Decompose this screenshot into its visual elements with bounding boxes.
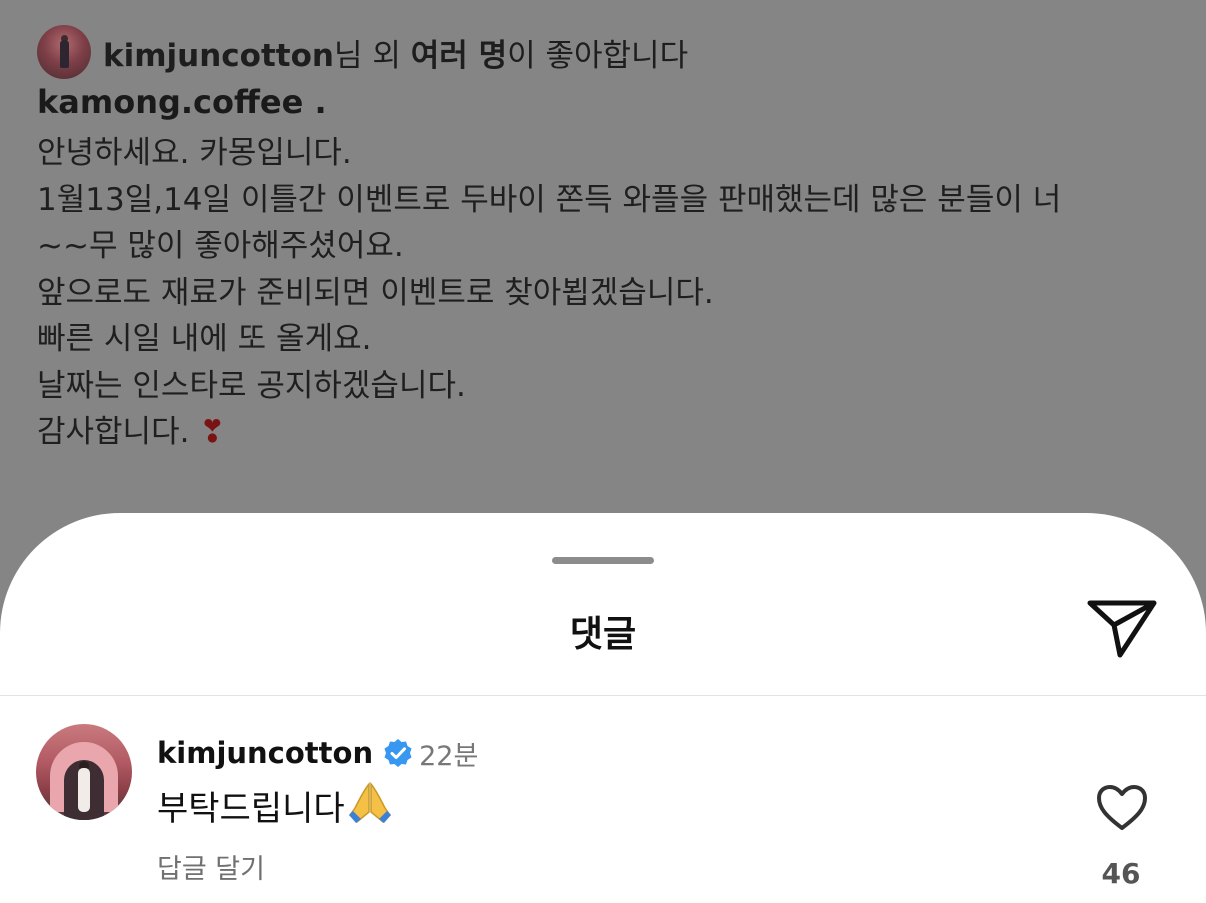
comment-text: 부탁드립니다 [157,789,345,829]
heart-exclamation-icon: ❣ [199,414,226,450]
liked-by-others[interactable]: 여러 명 [411,38,507,74]
liked-by-row[interactable]: kimjuncotton님 외 여러 명이 좋아합니다 [37,25,688,79]
comment-header: kimjuncotton 22분 [157,733,478,773]
liked-by-suffix: 님 외 [334,37,411,74]
pray-emoji-icon [347,781,393,833]
screen: kimjuncotton님 외 여러 명이 좋아합니다 kamong.coffe… [0,0,1206,903]
share-button[interactable] [1084,595,1160,665]
liked-by-avatar [37,25,91,79]
caption-line: 안녕하세요. 카몽입니다. [37,135,352,171]
caption-line: 날짜는 인스타로 공지하겠습니다. [37,367,466,404]
sheet-divider [0,695,1206,696]
verified-badge-icon [384,739,412,767]
caption-line: ~~무 많이 좋아해주셨어요. [37,228,404,264]
caption-line: 빠른 시일 내에 또 올게요. [37,321,372,357]
commenter-avatar[interactable] [36,724,132,820]
heart-outline-icon [1097,785,1147,830]
caption-line-closing: 감사합니다. ❣ [37,409,1167,456]
post-author[interactable]: kamong.coffee . [37,83,327,121]
liked-by-end: 이 좋아합니다 [507,37,689,74]
liked-by-username[interactable]: kimjuncotton [103,38,334,74]
comments-sheet: 댓글 kimjuncotton 22분 부탁드립니다 답글 달기 46 [0,513,1206,903]
comment-like-count: 46 [1101,857,1141,890]
liked-by-text: kimjuncotton님 외 여러 명이 좋아합니다 [103,30,688,75]
comment-timestamp: 22분 [419,740,479,772]
caption-line: 1월13일,14일 이틀간 이벤트로 두바이 쫀득 와플을 판매했는데 많은 분… [37,181,1062,218]
post-caption: 안녕하세요. 카몽입니다. 1월13일,14일 이틀간 이벤트로 두바이 쫀득 … [37,130,1167,456]
comment-body: 부탁드립니다 [157,781,393,833]
post-background: kimjuncotton님 외 여러 명이 좋아합니다 kamong.coffe… [0,0,1206,540]
sheet-title: 댓글 [569,614,637,655]
comment-like-button[interactable] [1096,784,1148,832]
caption-thanks: 감사합니다. [37,414,190,450]
comment-username[interactable]: kimjuncotton [157,736,373,770]
sheet-grabber-handle[interactable] [552,557,654,564]
paper-plane-icon [1087,600,1157,658]
reply-button[interactable]: 답글 달기 [157,847,265,886]
caption-line: 앞으로도 재료가 준비되면 이벤트로 찾아뵙겠습니다. [37,274,714,311]
